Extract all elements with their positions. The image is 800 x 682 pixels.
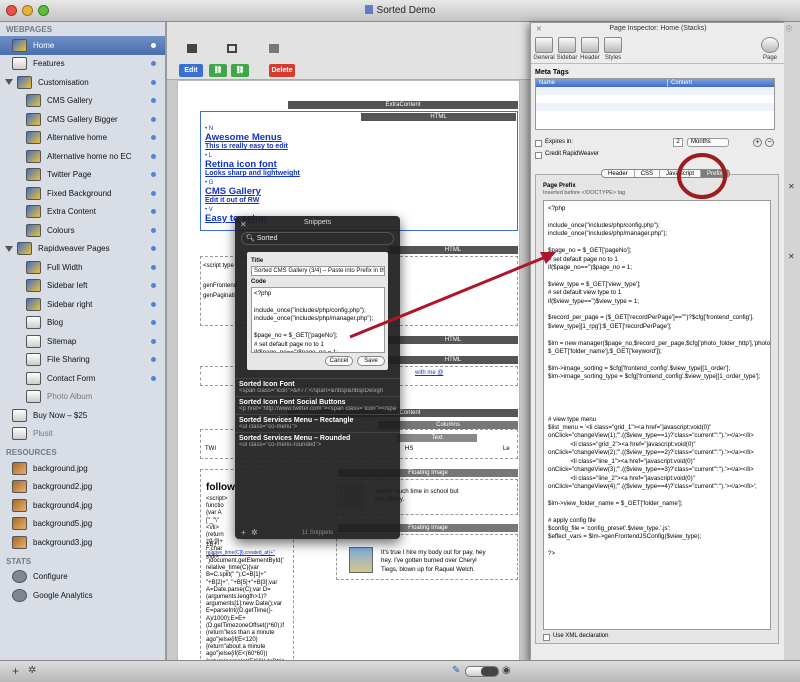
annotation-arrow xyxy=(349,254,549,339)
annotation-overlay xyxy=(349,153,727,339)
prefix-highlight-circle xyxy=(677,153,727,199)
